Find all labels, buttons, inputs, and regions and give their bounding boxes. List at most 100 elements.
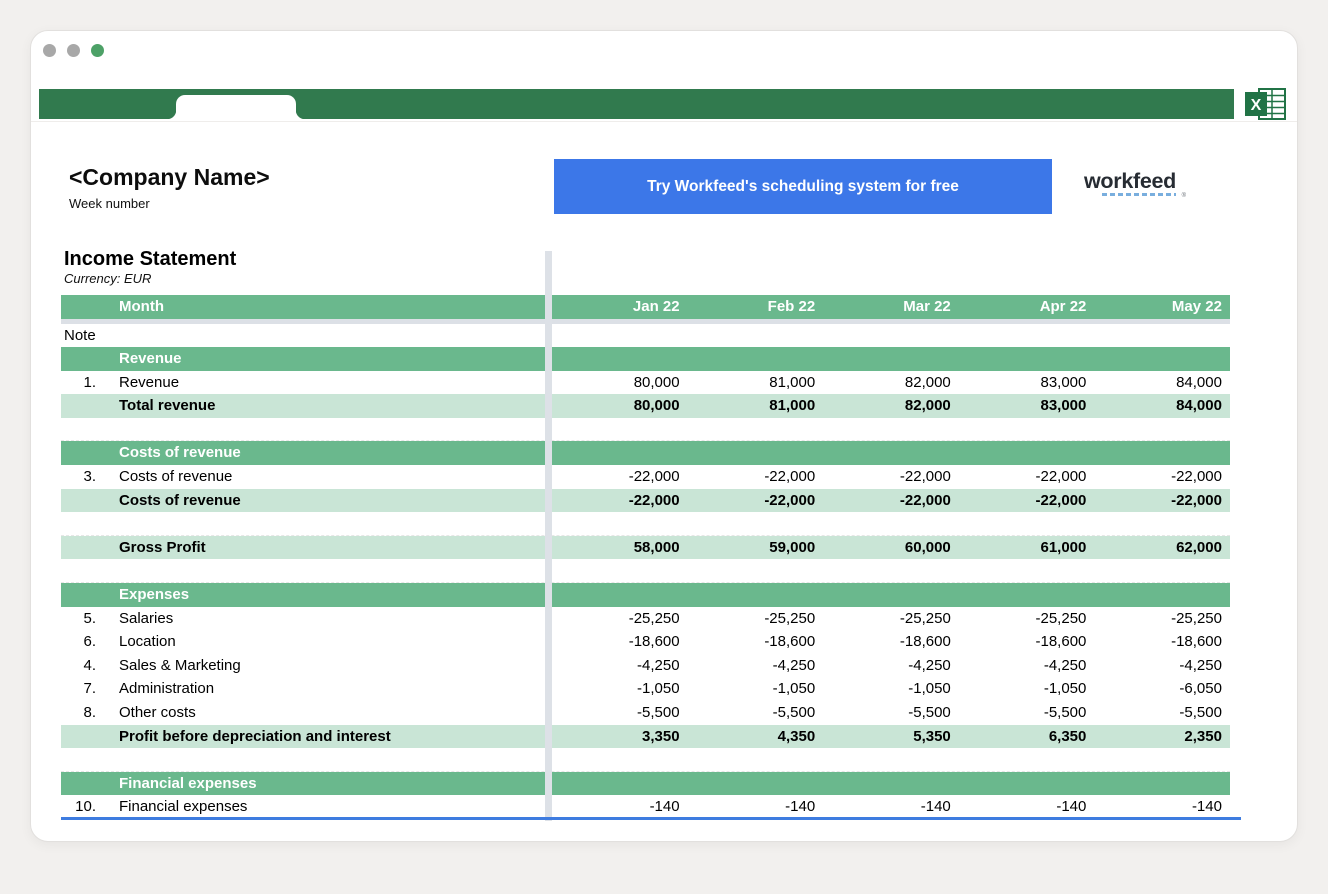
value-cell: -5,500: [959, 701, 1095, 725]
row-number: [61, 441, 96, 465]
app-window: X <Company Name> Week number Try Workfee…: [30, 30, 1298, 842]
value-cell: [1094, 347, 1230, 371]
data-row: 5.Salaries-25,250-25,250-25,250-25,250-2…: [61, 607, 1230, 631]
row-label: Administration: [119, 677, 214, 701]
value-cell: 2,350: [1094, 725, 1230, 749]
value-cell: 59,000: [688, 536, 824, 560]
data-row: 6.Location-18,600-18,600-18,600-18,600-1…: [61, 630, 1230, 654]
total-row: Profit before depreciation and interest3…: [61, 725, 1230, 749]
value-cell: 83,000: [959, 371, 1095, 395]
value-cell: -25,250: [959, 607, 1095, 631]
value-cell: 4,350: [688, 725, 824, 749]
value-cell: -140: [959, 795, 1095, 819]
value-cell: -22,000: [823, 489, 959, 513]
excel-icon[interactable]: X: [1243, 85, 1289, 123]
total-row: Total revenue80,00081,00082,00083,00084,…: [61, 394, 1230, 418]
value-cell: 60,000: [823, 536, 959, 560]
row-label: Costs of revenue: [119, 465, 232, 489]
value-cell: 58,000: [552, 536, 688, 560]
data-row: 7.Administration-1,050-1,050-1,050-1,050…: [61, 677, 1230, 701]
row-label: Costs of revenue: [119, 441, 241, 465]
value-cell: -1,050: [959, 677, 1095, 701]
row-label: Revenue: [119, 371, 179, 395]
window-dot-3[interactable]: [91, 44, 104, 57]
value-cell: [1094, 583, 1230, 607]
row-number: 3.: [61, 465, 96, 489]
row-label: Revenue: [119, 347, 182, 371]
value-cell: 61,000: [959, 536, 1095, 560]
value-cell: -22,000: [823, 465, 959, 489]
value-cell: [823, 772, 959, 796]
total-row: Costs of revenue-22,000-22,000-22,000-22…: [61, 489, 1230, 513]
value-cell: 5,350: [823, 725, 959, 749]
registered-mark: ®: [1182, 193, 1186, 199]
value-cell: [823, 347, 959, 371]
month-col-header: Feb 22: [688, 295, 824, 319]
data-row: 8.Other costs-5,500-5,500-5,500-5,500-5,…: [61, 701, 1230, 725]
window-controls: [43, 44, 104, 57]
month-col-header: Jan 22: [552, 295, 688, 319]
data-row: 1.Revenue80,00081,00082,00083,00084,000: [61, 371, 1230, 395]
cta-button[interactable]: Try Workfeed's scheduling system for fre…: [554, 159, 1052, 214]
row-number: 10.: [61, 795, 96, 819]
value-cell: -22,000: [959, 465, 1095, 489]
value-cell: 3,350: [552, 725, 688, 749]
browser-tab[interactable]: [176, 95, 296, 119]
value-cell: -5,500: [688, 701, 824, 725]
row-label: Financial expenses: [119, 795, 247, 819]
week-number-label: Week number: [69, 196, 270, 211]
value-cell: -22,000: [1094, 465, 1230, 489]
value-cell: [1094, 441, 1230, 465]
row-label: Financial expenses: [119, 772, 257, 796]
month-header-row: Month Jan 22Feb 22Mar 22Apr 22May 22: [61, 295, 1230, 319]
value-cell: [959, 347, 1095, 371]
row-number: 1.: [61, 371, 96, 395]
row-number: [61, 394, 96, 418]
row-number: 8.: [61, 701, 96, 725]
value-cell: -25,250: [552, 607, 688, 631]
page-title: Income Statement: [64, 248, 236, 271]
section-row: Revenue: [61, 347, 1230, 371]
value-cell: -4,250: [688, 654, 824, 678]
value-cell: -4,250: [959, 654, 1095, 678]
window-dot-2[interactable]: [67, 44, 80, 57]
value-cell: -6,050: [1094, 677, 1230, 701]
value-cell: -5,500: [1094, 701, 1230, 725]
row-number: 6.: [61, 630, 96, 654]
company-header: <Company Name> Week number: [69, 164, 270, 211]
row-label: Total revenue: [119, 394, 215, 418]
value-cell: -140: [552, 795, 688, 819]
value-cell: -25,250: [1094, 607, 1230, 631]
section-row: Expenses: [61, 583, 1230, 607]
value-cell: [688, 583, 824, 607]
selection-bottom-border: [61, 817, 1241, 820]
month-col-header: May 22: [1094, 295, 1230, 319]
value-cell: -5,500: [823, 701, 959, 725]
value-cell: [552, 583, 688, 607]
value-cell: 81,000: [688, 371, 824, 395]
value-cell: -140: [688, 795, 824, 819]
value-cell: 62,000: [1094, 536, 1230, 560]
workfeed-logo-text: workfeed: [1084, 169, 1188, 194]
value-cell: -22,000: [552, 465, 688, 489]
gap-row: [61, 512, 1230, 536]
value-cell: 84,000: [1094, 394, 1230, 418]
row-number: [61, 489, 96, 513]
row-number: 5.: [61, 607, 96, 631]
row-number: [61, 347, 96, 371]
section-row: Financial expenses: [61, 772, 1230, 796]
window-dot-1[interactable]: [43, 44, 56, 57]
value-cell: -25,250: [823, 607, 959, 631]
gap-row: [61, 748, 1230, 772]
workfeed-logo[interactable]: workfeed ®: [1084, 169, 1188, 196]
month-header-label: Month: [119, 295, 164, 319]
value-cell: -1,050: [688, 677, 824, 701]
value-cell: -1,050: [823, 677, 959, 701]
top-green-bar: [39, 89, 1234, 119]
value-cell: -22,000: [552, 489, 688, 513]
value-cell: 81,000: [688, 394, 824, 418]
column-divider: [545, 251, 552, 821]
row-label: Location: [119, 630, 176, 654]
value-cell: -18,600: [823, 630, 959, 654]
value-cell: -25,250: [688, 607, 824, 631]
